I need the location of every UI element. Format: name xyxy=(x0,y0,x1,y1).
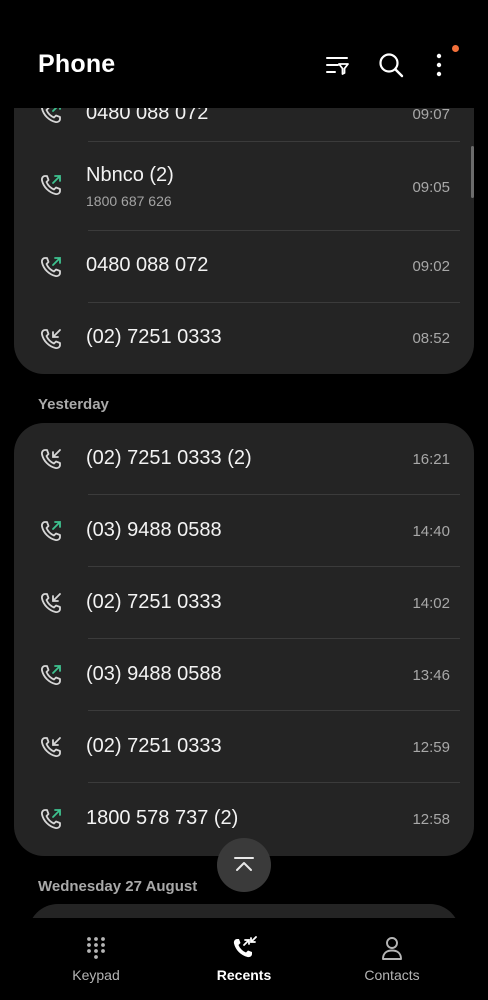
nav-label: Contacts xyxy=(364,967,420,983)
call-log-row[interactable]: (02) 7251 0333 (2) 16:21 xyxy=(14,423,474,495)
caller-number: 1800 578 737 (2) xyxy=(86,807,239,829)
scrollbar-thumb[interactable] xyxy=(471,146,474,198)
app-header: Phone xyxy=(0,0,488,108)
caller-number: (02) 7251 0333 (2) xyxy=(86,447,252,469)
call-time: 12:58 xyxy=(412,811,450,828)
call-time: 08:52 xyxy=(412,330,450,347)
section-header-yesterday: Yesterday xyxy=(38,396,109,413)
call-group-wednesday xyxy=(28,904,460,918)
caller-number: (02) 7251 0333 xyxy=(86,735,222,757)
nav-contacts[interactable]: Contacts xyxy=(322,918,462,1000)
call-log-row[interactable]: (03) 9488 0588 14:40 xyxy=(14,495,474,567)
call-log-row[interactable]: 0480 088 072 09:07 xyxy=(14,108,474,144)
caller-name: Nbnco (2) xyxy=(86,164,174,186)
section-header-wednesday: Wednesday 27 August xyxy=(38,878,198,895)
incoming-call-icon xyxy=(41,449,61,469)
call-time: 09:07 xyxy=(412,108,450,123)
outgoing-call-icon xyxy=(41,257,61,277)
call-time: 13:46 xyxy=(412,667,450,684)
call-group-today: 0480 088 072 09:07 Nbnco (2) 1800 687 62… xyxy=(14,108,474,374)
call-log-row[interactable]: (02) 7251 0333 08:52 xyxy=(14,303,474,374)
nav-keypad[interactable]: Keypad xyxy=(26,918,166,1000)
call-log-row[interactable]: Nbnco (2) 1800 687 626 09:05 xyxy=(14,142,474,230)
caller-number: 0480 088 072 xyxy=(86,254,209,276)
contacts-icon xyxy=(382,937,402,960)
recents-icon xyxy=(233,936,257,958)
incoming-call-icon xyxy=(41,593,61,613)
outgoing-call-icon xyxy=(41,108,61,123)
caller-number: (02) 7251 0333 xyxy=(86,591,222,613)
call-log-row[interactable]: (03) 9488 0588 13:46 xyxy=(14,639,474,711)
page-title: Phone xyxy=(38,50,116,78)
bottom-navigation: Keypad Recents Contacts xyxy=(0,918,488,1000)
scroll-to-top-button[interactable] xyxy=(217,838,271,892)
more-options-icon[interactable] xyxy=(424,50,454,80)
chevrons-up-icon xyxy=(234,857,254,871)
call-log-row[interactable]: (02) 7251 0333 14:02 xyxy=(14,567,474,639)
outgoing-call-icon xyxy=(41,175,61,195)
nav-label: Recents xyxy=(216,967,272,983)
nav-label: Keypad xyxy=(72,967,120,983)
caller-number: 1800 687 626 xyxy=(86,193,172,209)
call-log-row[interactable]: (02) 7251 0333 12:59 xyxy=(14,711,474,783)
call-log-row[interactable]: 0480 088 072 09:02 xyxy=(14,231,474,303)
outgoing-call-icon xyxy=(41,521,61,541)
recents-list[interactable]: 0480 088 072 09:07 Nbnco (2) 1800 687 62… xyxy=(0,0,488,918)
outgoing-call-icon xyxy=(41,665,61,685)
search-icon[interactable] xyxy=(376,50,406,80)
call-time: 16:21 xyxy=(412,451,450,468)
keypad-icon xyxy=(87,937,105,959)
caller-number: (02) 7251 0333 xyxy=(86,326,222,348)
caller-number: 0480 088 072 xyxy=(86,108,209,124)
filter-icon[interactable] xyxy=(322,50,352,80)
incoming-call-icon xyxy=(41,329,61,349)
caller-number: (03) 9488 0588 xyxy=(86,663,222,685)
call-time: 12:59 xyxy=(412,739,450,756)
call-group-yesterday: (02) 7251 0333 (2) 16:21 (03) 9488 0588 … xyxy=(14,423,474,856)
outgoing-call-icon xyxy=(41,809,61,829)
caller-number: (03) 9488 0588 xyxy=(86,519,222,541)
nav-recents[interactable]: Recents xyxy=(174,918,314,1000)
notification-dot xyxy=(452,45,459,52)
call-time: 14:02 xyxy=(412,595,450,612)
incoming-call-icon xyxy=(41,737,61,757)
call-time: 09:05 xyxy=(412,179,450,196)
call-time: 09:02 xyxy=(412,258,450,275)
call-time: 14:40 xyxy=(412,523,450,540)
